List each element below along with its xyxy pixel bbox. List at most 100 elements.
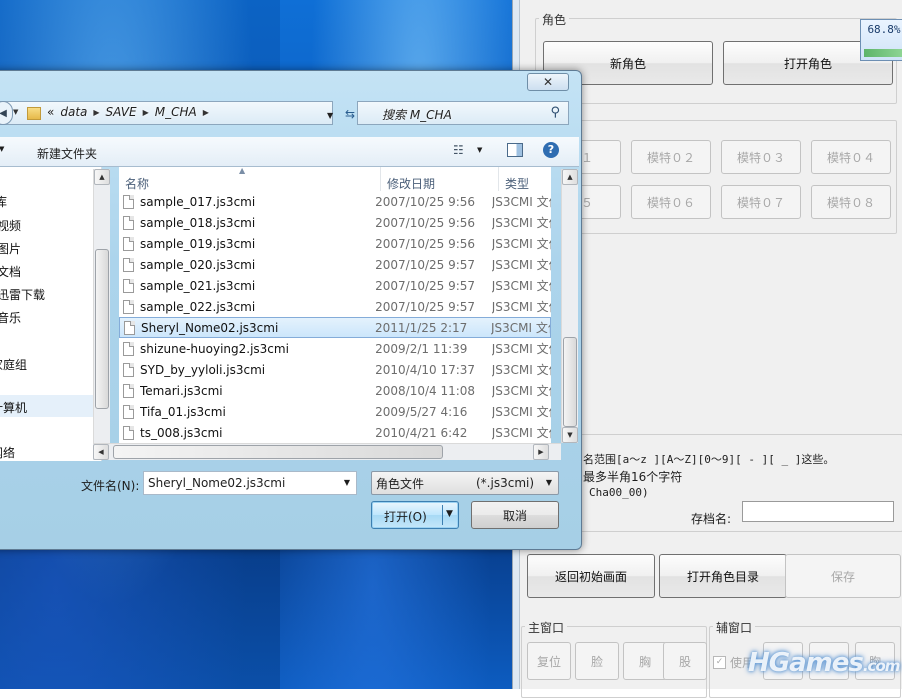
use-checkbox[interactable]: ✓ xyxy=(713,656,726,669)
breadcrumb-prefix[interactable]: « xyxy=(47,105,54,119)
reset-button[interactable]: 复位 xyxy=(527,642,571,680)
file-row[interactable]: Tifa_01.js3cmi 2009/5/27 4:16 JS3CMI 文件 xyxy=(119,401,551,422)
open-role-directory-button[interactable]: 打开角色目录 xyxy=(659,554,787,598)
cancel-button[interactable]: 取消 xyxy=(471,501,559,529)
file-type: JS3CMI 文件 xyxy=(491,363,551,377)
scroll-left-arrow-icon[interactable]: ◀ xyxy=(93,444,109,460)
refresh-icon[interactable]: ⇆ xyxy=(345,107,355,121)
nav-item-videos[interactable]: 视频 xyxy=(0,217,21,234)
file-type: JS3CMI 文件 xyxy=(491,279,551,293)
nav-item-thunder-downloads[interactable]: 迅雷下载 xyxy=(0,286,45,303)
file-row[interactable]: SYD_by_yyloli.js3cmi 2010/4/10 17:37 JS3CM… xyxy=(119,359,551,380)
file-icon xyxy=(123,404,134,419)
file-date: 2007/10/25 9:56 xyxy=(375,215,476,230)
file-row[interactable]: sample_019.js3cmi 2007/10/25 9:56 JS3CMI 文… xyxy=(119,233,551,254)
chest-button[interactable]: 胸 xyxy=(623,642,667,680)
site-watermark: HGames.com xyxy=(748,648,900,678)
breadcrumb-chevron-icon[interactable]: ▶ xyxy=(203,108,209,117)
file-type: JS3CMI 文件 xyxy=(491,216,551,230)
search-placeholder: 搜索 M_CHA xyxy=(382,108,452,122)
return-start-button[interactable]: 返回初始画面 xyxy=(527,554,655,598)
save-button[interactable]: 保存 xyxy=(785,554,901,598)
file-type-select[interactable]: 角色文件 (*.js3cmi) ▼ xyxy=(371,471,559,495)
scroll-up-arrow-icon[interactable]: ▲ xyxy=(94,169,110,185)
horizontal-scroll-thumb[interactable] xyxy=(113,445,443,459)
file-row[interactable]: sample_021.js3cmi 2007/10/25 9:57 JS3CMI 文… xyxy=(119,275,551,296)
cpu-meter-bar xyxy=(864,49,902,57)
open-options-dropdown-icon[interactable]: ▼ xyxy=(446,509,453,519)
file-row[interactable]: sample_018.js3cmi 2007/10/25 9:56 JS3CMI 文… xyxy=(119,212,551,233)
close-dialog-button[interactable]: ✕ xyxy=(527,73,569,91)
file-date: 2007/10/25 9:56 xyxy=(375,194,476,209)
model-04-button[interactable]: 模特０４ xyxy=(811,140,891,174)
file-row[interactable]: sample_017.js3cmi 2007/10/25 9:56 JS3CMI 文… xyxy=(119,191,551,212)
file-row[interactable]: shizune-huoying2.js3cmi 2009/2/1 11:39 JS3… xyxy=(119,338,551,359)
file-icon xyxy=(123,257,134,272)
model-08-button[interactable]: 模特０８ xyxy=(811,185,891,219)
view-dropdown-icon[interactable]: ▼ xyxy=(477,146,482,154)
breadcrumb-chevron-icon[interactable]: ▶ xyxy=(93,108,99,117)
scroll-up-arrow-icon[interactable]: ▲ xyxy=(562,169,578,185)
model-07-button[interactable]: 模特０７ xyxy=(721,185,801,219)
file-row[interactable]: Temari.js3cmi 2008/10/4 11:08 JS3CMI 文件 xyxy=(119,380,551,401)
model-02-button[interactable]: 模特０２ xyxy=(631,140,711,174)
scroll-down-arrow-icon[interactable]: ▼ xyxy=(562,427,578,443)
organize-dropdown-icon[interactable]: ▼ xyxy=(0,145,4,153)
preview-pane-icon[interactable] xyxy=(507,143,523,157)
nav-item-music[interactable]: 音乐 xyxy=(0,309,21,326)
filename-input[interactable]: Sheryl_Nome02.js3cmi ▼ xyxy=(143,471,357,495)
nav-item-library[interactable]: 库 xyxy=(0,193,7,210)
navigation-pane: 库 视频 图片 文档 迅雷下载 音乐 家庭组 计算机 网络 xyxy=(0,167,102,461)
file-row[interactable]: ts_008.js3cmi 2010/4/21 6:42 JS3CMI 文件 xyxy=(119,422,551,443)
horizontal-scrollbar[interactable]: ◀ ▶ xyxy=(93,443,561,460)
history-dropdown-icon[interactable]: ▼ xyxy=(13,108,18,116)
nav-item-homegroup[interactable]: 家庭组 xyxy=(0,356,27,373)
breadcrumb-m-cha[interactable]: M_CHA xyxy=(155,105,197,119)
file-name: sample_020.js3cmi xyxy=(140,257,256,272)
open-button[interactable]: 打开(O) ▼ xyxy=(371,501,459,529)
breadcrumb-save[interactable]: SAVE xyxy=(106,105,137,119)
model-06-button[interactable]: 模特０６ xyxy=(631,185,711,219)
file-list-scroll-thumb[interactable] xyxy=(563,337,577,427)
column-header-name[interactable]: 名称 xyxy=(119,167,381,191)
file-name: ts_008.js3cmi xyxy=(140,425,223,440)
search-input[interactable]: 搜索 M_CHA ⚲ xyxy=(357,101,569,125)
open-button-divider xyxy=(442,505,443,525)
hip-button[interactable]: 股 xyxy=(663,642,707,680)
file-name: shizune-huoying2.js3cmi xyxy=(140,341,289,356)
navigation-scroll-thumb[interactable] xyxy=(95,249,109,409)
file-row[interactable]: sample_022.js3cmi 2007/10/25 9:57 JS3CMI 文… xyxy=(119,296,551,317)
file-list-scrollbar[interactable]: ▲ ▼ xyxy=(561,169,578,443)
navigation-scrollbar[interactable]: ▲ ▼ xyxy=(93,169,110,459)
name-hint-line3: Cha00_00) xyxy=(589,486,649,499)
nav-item-pictures[interactable]: 图片 xyxy=(0,240,21,257)
file-icon xyxy=(123,383,134,398)
model-03-button[interactable]: 模特０３ xyxy=(721,140,801,174)
breadcrumb-data[interactable]: data xyxy=(60,105,87,119)
nav-item-computer[interactable]: 计算机 xyxy=(0,399,27,416)
filename-dropdown-icon[interactable]: ▼ xyxy=(344,478,350,487)
scroll-right-arrow-icon[interactable]: ▶ xyxy=(533,444,549,460)
file-date: 2010/4/21 6:42 xyxy=(375,425,468,440)
new-folder-button[interactable]: 新建文件夹 xyxy=(37,145,97,162)
open-button-label: 打开(O) xyxy=(384,510,427,524)
address-dropdown-icon[interactable]: ▼ xyxy=(327,111,333,120)
save-name-input[interactable] xyxy=(742,501,894,522)
file-icon xyxy=(123,362,134,377)
nav-item-network[interactable]: 网络 xyxy=(0,444,15,461)
name-hint-line2: 最多半角16个字符 xyxy=(583,470,683,484)
file-type: JS3CMI 文件 xyxy=(491,384,551,398)
file-icon xyxy=(123,425,134,440)
nav-item-documents[interactable]: 文档 xyxy=(0,263,21,280)
search-icon[interactable]: ⚲ xyxy=(550,105,560,120)
view-options-icon[interactable]: ☷ xyxy=(453,143,464,157)
breadcrumb-chevron-icon[interactable]: ▶ xyxy=(143,108,149,117)
file-type-dropdown-icon[interactable]: ▼ xyxy=(546,478,552,487)
file-row[interactable]: sample_020.js3cmi 2007/10/25 9:57 JS3CMI 文… xyxy=(119,254,551,275)
column-header-date[interactable]: 修改日期 xyxy=(381,167,499,191)
face-button[interactable]: 脸 xyxy=(575,642,619,680)
file-row[interactable]: Sheryl_Nome02.js3cmi 2011/1/25 2:17 JS3CMI… xyxy=(119,317,551,338)
file-date: 2007/10/25 9:56 xyxy=(375,236,476,251)
help-icon[interactable]: ? xyxy=(543,142,559,158)
column-header-type[interactable]: 类型 xyxy=(499,167,551,191)
